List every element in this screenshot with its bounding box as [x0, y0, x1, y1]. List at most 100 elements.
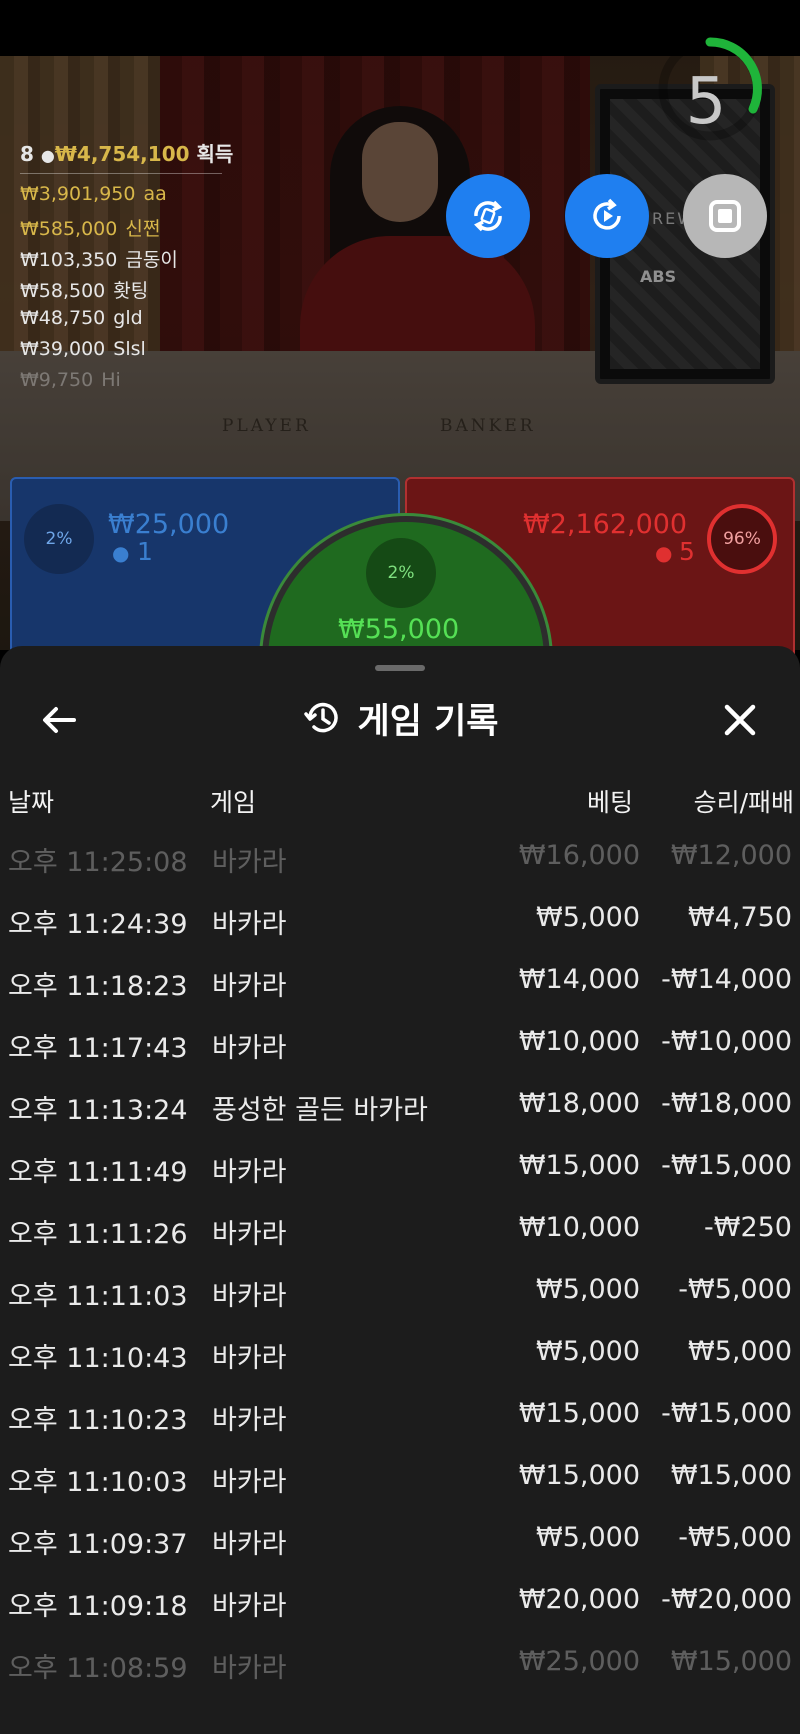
entry-name: 홧팅	[113, 280, 149, 302]
row-bet: ₩15,000	[518, 1398, 640, 1429]
entry-amount: ₩585,000	[20, 218, 118, 240]
countdown-value: 5	[685, 65, 727, 139]
leaderboard-entry: ₩48,750 gld	[20, 307, 230, 329]
row-date: 오후 11:11:03	[8, 1281, 188, 1312]
sheet-header: 게임 기록	[0, 688, 800, 748]
row-bet: ₩10,000	[518, 1212, 640, 1243]
row-bet: ₩5,000	[536, 1336, 640, 1367]
row-game: 바카라	[212, 1467, 287, 1498]
close-button[interactable]	[718, 698, 762, 742]
row-game: 바카라	[212, 1529, 287, 1560]
row-result: -₩15,000	[661, 1398, 792, 1429]
banker-bet-amount: ₩2,162,000	[523, 509, 688, 540]
row-game: 바카라	[212, 1343, 287, 1374]
entry-amount: ₩58,500	[20, 280, 106, 302]
history-row[interactable]: 오후 11:09:18 바카라 ₩20,000 -₩20,000	[0, 1570, 800, 1632]
history-row[interactable]: 오후 11:10:03 바카라 ₩15,000 ₩15,000	[0, 1446, 800, 1508]
row-date: 오후 11:18:23	[8, 971, 188, 1002]
leaderboard-entry: ₩39,000 Slsl	[20, 338, 230, 360]
history-row[interactable]: 오후 11:09:37 바카라 ₩5,000 -₩5,000	[0, 1508, 800, 1570]
row-result: ₩15,000	[670, 1646, 792, 1677]
winners-leaderboard: 8 ●₩4,754,100 획득 ₩3,901,950 aa ₩585,000 신쩐…	[20, 138, 233, 391]
leaderboard-entry: ₩9,750 Hi	[20, 369, 230, 391]
swap-table-button[interactable]	[446, 174, 530, 258]
row-bet: ₩20,000	[518, 1584, 640, 1615]
person-icon: ●	[112, 541, 130, 565]
history-row[interactable]: 오후 11:10:43 바카라 ₩5,000 ₩5,000	[0, 1322, 800, 1384]
row-result: -₩15,000	[661, 1150, 792, 1181]
row-game: 바카라	[212, 909, 287, 940]
winner-count: 8	[20, 142, 34, 166]
back-button[interactable]	[38, 698, 82, 742]
column-date[interactable]: 날짜	[8, 783, 54, 819]
row-game: 바카라	[212, 1281, 287, 1312]
row-game: 바카라	[212, 1591, 287, 1622]
column-bet[interactable]: 베팅	[587, 783, 633, 819]
row-bet: ₩16,000	[518, 840, 640, 871]
row-game: 바카라	[212, 847, 287, 878]
column-result[interactable]: 승리/패배	[694, 783, 794, 819]
history-row[interactable]: 오후 11:17:43 바카라 ₩10,000 -₩10,000	[0, 1012, 800, 1074]
row-date: 오후 11:11:26	[8, 1219, 188, 1250]
row-date: 오후 11:10:03	[8, 1467, 188, 1498]
entry-amount: ₩39,000	[20, 338, 106, 360]
row-result: ₩12,000	[670, 840, 792, 871]
column-game[interactable]: 게임	[210, 783, 256, 819]
arrow-left-icon	[43, 707, 76, 733]
row-bet: ₩18,000	[518, 1088, 640, 1119]
entry-name: gld	[113, 307, 143, 329]
row-game: 바카라	[212, 1033, 287, 1064]
entry-name: 신쩐	[125, 218, 161, 240]
swap-table-icon	[474, 200, 502, 232]
sheet-title-text: 게임 기록	[357, 701, 499, 742]
row-bet: ₩5,000	[536, 1274, 640, 1305]
tie-percent: 2%	[387, 563, 415, 583]
row-game: 바카라	[212, 1219, 287, 1250]
history-row[interactable]: 오후 11:18:23 바카라 ₩14,000 -₩14,000	[0, 950, 800, 1012]
history-row[interactable]: 오후 11:11:03 바카라 ₩5,000 -₩5,000	[0, 1260, 800, 1322]
history-row[interactable]: 오후 11:10:23 바카라 ₩15,000 -₩15,000	[0, 1384, 800, 1446]
history-row[interactable]: 오후 11:11:26 바카라 ₩10,000 -₩250	[0, 1198, 800, 1260]
row-date: 오후 11:10:43	[8, 1343, 188, 1374]
history-row[interactable]: 오후 11:25:08 바카라 ₩16,000 ₩12,000	[0, 826, 800, 888]
person-icon: ●	[655, 541, 673, 565]
history-row[interactable]: 오후 11:13:24 풍성한 골든 바카라 ₩18,000 -₩18,000	[0, 1074, 800, 1136]
history-clock-icon	[303, 702, 338, 733]
row-bet: ₩5,000	[536, 1522, 640, 1553]
history-row[interactable]: 오후 11:11:49 바카라 ₩15,000 -₩15,000	[0, 1136, 800, 1198]
row-result: -₩5,000	[678, 1274, 792, 1305]
replay-video-icon	[593, 198, 621, 230]
history-row[interactable]: 오후 11:08:59 바카라 ₩25,000 ₩15,000	[0, 1632, 800, 1694]
row-date: 오후 11:17:43	[8, 1033, 188, 1064]
leaderboard-entry: ₩585,000 신쩐	[20, 214, 230, 240]
history-row[interactable]: 오후 11:24:39 바카라 ₩5,000 ₩4,750	[0, 888, 800, 950]
stop-button[interactable]	[683, 174, 767, 258]
row-date: 오후 11:13:24	[8, 1095, 188, 1126]
entry-amount: ₩9,750	[20, 369, 94, 391]
row-date: 오후 11:09:37	[8, 1529, 188, 1560]
row-result: -₩10,000	[661, 1026, 792, 1057]
row-bet: ₩10,000	[518, 1026, 640, 1057]
row-bet: ₩15,000	[518, 1460, 640, 1491]
leaderboard-header: 8 ●₩4,754,100 획득	[20, 138, 233, 174]
row-date: 오후 11:09:18	[8, 1591, 188, 1622]
row-result: -₩20,000	[661, 1584, 792, 1615]
row-result: -₩14,000	[661, 964, 792, 995]
player-percent-ring: 2%	[24, 504, 94, 574]
entry-amount: ₩3,901,950	[20, 183, 136, 205]
row-result: ₩4,750	[688, 902, 792, 933]
row-result: ₩15,000	[670, 1460, 792, 1491]
player-bet-count: 1	[137, 537, 153, 566]
row-result: -₩18,000	[661, 1088, 792, 1119]
entry-amount: ₩103,350	[20, 249, 118, 271]
row-bet: ₩25,000	[518, 1646, 640, 1677]
leaderboard-entry: ₩58,500 홧팅	[20, 276, 230, 302]
row-result: -₩250	[704, 1212, 792, 1243]
row-result: -₩5,000	[678, 1522, 792, 1553]
drag-handle[interactable]	[375, 665, 425, 671]
history-list[interactable]: 오후 11:25:08 바카라 ₩16,000 ₩12,000 오후 11:24…	[0, 826, 800, 1694]
replay-video-button[interactable]	[565, 174, 649, 258]
row-game: 바카라	[212, 1653, 287, 1684]
tie-bet-amount: ₩55,000	[338, 614, 460, 645]
row-game: 풍성한 골든 바카라	[212, 1095, 428, 1126]
